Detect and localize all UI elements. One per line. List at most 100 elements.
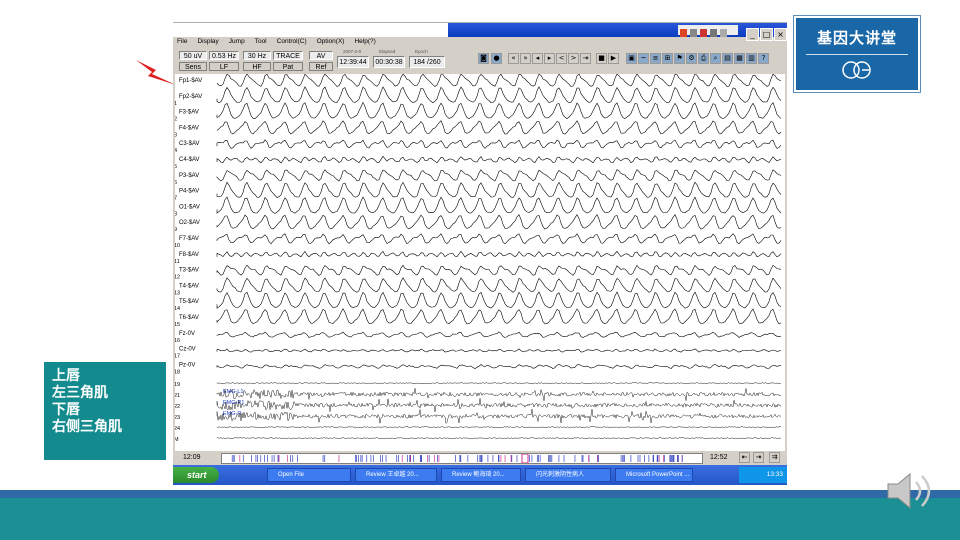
eeg-trace-line xyxy=(216,139,782,149)
channel-number: 7 xyxy=(175,196,177,202)
channel-number: 3 xyxy=(175,132,177,138)
eeg-trace-line xyxy=(216,291,782,309)
eeg-trace-line xyxy=(216,169,782,182)
speaker-icon[interactable] xyxy=(884,468,934,514)
channel-label: O2-$AV xyxy=(179,220,200,226)
epoch-display: 184 /260 xyxy=(409,56,445,68)
emg-channel-number: M xyxy=(175,437,179,443)
task-folder[interactable]: 闪光刺激阴性病人 xyxy=(525,468,611,482)
nav-first-icon[interactable]: ⇤ xyxy=(739,452,750,463)
status-left-time: 12:09 xyxy=(183,454,201,461)
nav-end-icon[interactable]: ⇉ xyxy=(769,452,780,463)
channel-number: 4 xyxy=(175,148,177,154)
ref-button[interactable]: Ref xyxy=(309,62,333,71)
stop-icon[interactable]: ■ xyxy=(596,53,607,64)
pat-button[interactable]: Pat xyxy=(273,62,303,71)
channel-label: P4-$AV xyxy=(179,189,199,195)
step-forward-icon[interactable]: ▸ xyxy=(544,53,555,64)
nav-next-icon[interactable]: ⇥ xyxy=(753,452,764,463)
logo-cg-icon xyxy=(842,61,871,79)
wave-icon[interactable]: ~ xyxy=(638,53,649,64)
channel-number: 17 xyxy=(175,354,180,360)
channel-label: T3-$AV xyxy=(179,268,199,274)
eeg-trace-line xyxy=(216,250,782,258)
eeg-trace-line xyxy=(216,181,782,198)
eeg-trace-line xyxy=(216,73,782,87)
footer-stripe xyxy=(0,490,960,498)
page-forward-icon[interactable]: > xyxy=(568,53,579,64)
eeg-trace-line xyxy=(216,264,782,277)
date-caption: 2007-2-9 xyxy=(343,49,362,54)
emg-channel-number: 23 xyxy=(175,415,180,421)
hf-value[interactable]: 30 Hz xyxy=(243,51,271,60)
montage-icon[interactable]: ≡ xyxy=(650,53,661,64)
logo-divider xyxy=(806,54,908,55)
emg-trace-line xyxy=(216,408,782,424)
video-icon[interactable]: ▤ xyxy=(722,53,733,64)
camera-icon[interactable]: ◙ xyxy=(478,53,489,64)
page-back-icon[interactable]: < xyxy=(556,53,567,64)
emg-channel-number: 19 xyxy=(175,382,180,388)
channel-number: 10 xyxy=(175,243,180,249)
timeline-scrollbar[interactable] xyxy=(221,453,703,464)
fast-forward-icon[interactable]: » xyxy=(520,53,531,64)
mode-value[interactable]: TRACE xyxy=(273,51,303,60)
jump-icon[interactable]: ⇥ xyxy=(580,53,591,64)
elapsed-display: 00:30:38 xyxy=(373,56,405,68)
emg-trace-line xyxy=(216,398,782,412)
channel-label: O1-$AV xyxy=(179,204,200,210)
play-icon[interactable]: ▶ xyxy=(608,53,619,64)
settings-icon[interactable]: ⚙ xyxy=(686,53,697,64)
menu-item-6[interactable]: Help(?) xyxy=(354,38,375,45)
menu-item-2[interactable]: Jump xyxy=(229,38,245,45)
print-icon[interactable]: ⎙ xyxy=(698,53,709,64)
channel-label: Fz-0V xyxy=(179,331,195,337)
help-icon[interactable]: ? xyxy=(758,53,769,64)
menu-item-5[interactable]: Option(X) xyxy=(317,38,345,45)
annotation-line-lower-lip: 下唇 xyxy=(52,401,80,417)
menu-item-1[interactable]: Display xyxy=(197,38,218,45)
sens-button[interactable]: Sens xyxy=(179,62,207,71)
title-small-icons xyxy=(678,25,738,37)
layout-icon[interactable]: ▥ xyxy=(746,53,757,64)
search-icon[interactable]: ⌕ xyxy=(710,53,721,64)
channel-label: F8-$AV xyxy=(179,252,199,258)
channel-number: 2 xyxy=(175,117,177,123)
task-review-2[interactable]: Review 鲍海琦 20... xyxy=(441,468,521,482)
channel-number: 11 xyxy=(175,259,180,265)
menu-item-4[interactable]: Control(C) xyxy=(277,38,307,45)
lf-button[interactable]: LF xyxy=(209,62,239,71)
record-icon[interactable]: ● xyxy=(491,53,502,64)
ref-value[interactable]: AV xyxy=(309,51,333,60)
eeg-trace-line xyxy=(216,86,782,104)
lightning-arrow-icon xyxy=(136,60,176,85)
window-titlebar: _ □ × xyxy=(173,23,787,41)
menu-item-3[interactable]: Tool xyxy=(255,38,267,45)
fast-back-icon[interactable]: « xyxy=(508,53,519,64)
menu-item-0[interactable]: File xyxy=(177,38,187,45)
status-right-time: 12:52 xyxy=(710,454,728,461)
lf-value[interactable]: 0.53 Hz xyxy=(209,51,239,60)
channel-number: 16 xyxy=(175,338,180,344)
task-review-1[interactable]: Review 王卓越 20... xyxy=(355,468,437,482)
start-button[interactable]: start xyxy=(173,467,219,483)
channel-number: 12 xyxy=(175,275,180,281)
task-open-file[interactable]: Open File xyxy=(267,468,351,482)
channel-number: 8 xyxy=(175,211,177,217)
marker-icon[interactable]: ⚑ xyxy=(674,53,685,64)
eeg-trace-line xyxy=(216,363,782,370)
channel-number: 13 xyxy=(175,290,180,296)
eeg-trace-line xyxy=(216,120,782,135)
hf-button[interactable]: HF xyxy=(243,62,271,71)
step-back-icon[interactable]: ◂ xyxy=(532,53,543,64)
filter-icon[interactable]: ⊞ xyxy=(662,53,673,64)
emg-channel-number: 24 xyxy=(175,426,180,432)
report-icon[interactable]: ▦ xyxy=(734,53,745,64)
channel-label: T4-$AV xyxy=(179,283,199,289)
channel-number: 15 xyxy=(175,322,180,328)
channel-label: Cz-0V xyxy=(179,347,196,353)
sens-value[interactable]: 50 uV xyxy=(179,51,207,60)
eeg-trace-line xyxy=(216,277,782,293)
task-powerpoint[interactable]: Microsoft PowerPoint ... xyxy=(615,468,693,482)
save-icon[interactable]: ▣ xyxy=(626,53,637,64)
